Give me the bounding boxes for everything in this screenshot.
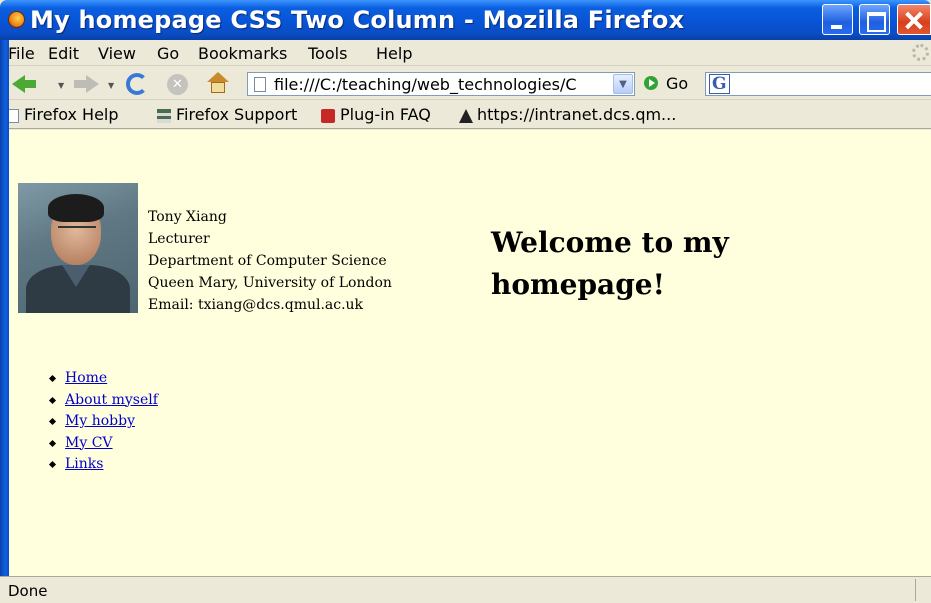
maximize-button[interactable] — [859, 4, 890, 35]
reload-icon[interactable] — [126, 73, 148, 95]
home-icon[interactable] — [207, 72, 229, 94]
title-bar[interactable]: My homepage CSS Two Column - Mozilla Fir… — [0, 0, 931, 40]
bookmarks-toolbar: Firefox Help Firefox Support Plug-in FAQ… — [0, 101, 931, 129]
bookmark-plugin-faq[interactable]: Plug-in FAQ — [340, 105, 431, 124]
close-button[interactable] — [897, 4, 931, 35]
navigation-toolbar: ▼ ▼ ✕ file:///C:/teaching/web_technologi… — [0, 67, 931, 100]
page-content: Tony Xiang Lecturer Department of Comput… — [9, 130, 931, 576]
page-icon — [254, 77, 266, 92]
plugin-icon — [321, 109, 335, 123]
list-item: Home — [45, 368, 158, 390]
profile-department: Department of Computer Science — [148, 253, 387, 269]
list-item: Links — [45, 454, 158, 476]
menu-bar: File Edit View Go Bookmarks Tools Help — [0, 40, 931, 66]
nav-link-about[interactable]: About myself — [65, 392, 158, 408]
menu-go[interactable]: Go — [157, 44, 179, 63]
profile-info: Tony Xiang Lecturer Department of Comput… — [148, 206, 392, 316]
back-icon[interactable] — [12, 75, 36, 93]
list-item: My hobby — [45, 411, 158, 433]
url-text[interactable]: file:///C:/teaching/web_technologies/C — [274, 75, 610, 94]
window-border — [0, 40, 9, 603]
menu-edit[interactable]: Edit — [48, 44, 79, 63]
welcome-heading: Welcome to my homepage! — [491, 226, 729, 301]
menu-file[interactable]: File — [8, 44, 35, 63]
status-panel — [915, 579, 931, 601]
profile-role: Lecturer — [148, 231, 210, 247]
menu-view[interactable]: View — [98, 44, 136, 63]
url-bar[interactable]: file:///C:/teaching/web_technologies/C ▼ — [247, 72, 635, 96]
go-icon[interactable] — [644, 76, 658, 90]
throbber-icon — [912, 44, 929, 61]
zine-icon — [157, 109, 171, 123]
bookmark-intranet[interactable]: https://intranet.dcs.qm... — [477, 105, 676, 124]
status-bar: Done — [0, 576, 931, 603]
back-dropdown-icon[interactable]: ▼ — [58, 81, 64, 90]
status-text: Done — [8, 582, 48, 600]
stop-icon[interactable]: ✕ — [167, 74, 188, 95]
page-icon — [8, 109, 19, 123]
bookmark-firefox-support[interactable]: Firefox Support — [176, 105, 297, 124]
profile-photo — [18, 183, 138, 313]
menu-tools[interactable]: Tools — [308, 44, 347, 63]
nav-link-cv[interactable]: My CV — [65, 435, 113, 451]
profile-email: Email: txiang@dcs.qmul.ac.uk — [148, 297, 364, 313]
nav-link-home[interactable]: Home — [65, 370, 107, 386]
menu-bookmarks[interactable]: Bookmarks — [198, 44, 287, 63]
url-dropdown-button[interactable]: ▼ — [613, 74, 633, 94]
profile-name: Tony Xiang — [148, 209, 227, 225]
menu-help[interactable]: Help — [376, 44, 412, 63]
google-icon[interactable]: G — [709, 74, 730, 94]
penguin-icon — [459, 109, 473, 123]
nav-link-links[interactable]: Links — [65, 456, 103, 472]
profile-university: Queen Mary, University of London — [148, 275, 392, 291]
forward-dropdown-icon[interactable]: ▼ — [108, 81, 114, 90]
firefox-icon — [8, 11, 25, 28]
forward-icon[interactable] — [74, 75, 99, 93]
list-item: My CV — [45, 433, 158, 455]
nav-link-hobby[interactable]: My hobby — [65, 413, 135, 429]
go-button-label[interactable]: Go — [666, 74, 688, 93]
bookmark-firefox-help[interactable]: Firefox Help — [24, 105, 119, 124]
nav-list: Home About myself My hobby My CV Links — [45, 368, 158, 476]
search-input[interactable]: G — [705, 72, 931, 96]
window-title: My homepage CSS Two Column - Mozilla Fir… — [30, 6, 685, 34]
list-item: About myself — [45, 390, 158, 412]
minimize-button[interactable] — [822, 4, 853, 35]
